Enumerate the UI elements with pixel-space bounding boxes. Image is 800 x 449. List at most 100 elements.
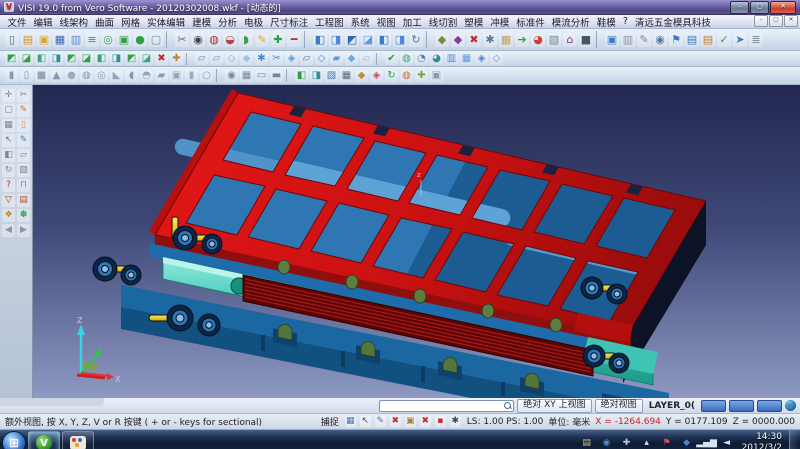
pencil-blue-icon[interactable]: ✎ bbox=[17, 134, 30, 147]
tool-red[interactable]: ◈ bbox=[370, 70, 383, 82]
chamfer-edge[interactable]: ◪ bbox=[140, 53, 153, 65]
wheel-red[interactable]: ◍ bbox=[207, 33, 221, 47]
cad-model-canvas[interactable]: z Z X bbox=[33, 85, 800, 398]
zoom-in[interactable]: ✚ bbox=[271, 33, 285, 47]
menu-item-4[interactable]: 网格 bbox=[118, 15, 144, 29]
cube-edit-icon[interactable]: ◧ bbox=[2, 149, 15, 162]
sheet-fill[interactable]: ◆ bbox=[240, 53, 253, 65]
boss-feature[interactable]: ▦ bbox=[460, 53, 473, 65]
child-minimize-button[interactable]: – bbox=[754, 15, 768, 27]
feature-hole[interactable]: ◉ bbox=[225, 70, 238, 82]
snap-edit-icon[interactable]: ✎ bbox=[375, 416, 386, 427]
minimize-button[interactable]: – bbox=[730, 1, 749, 14]
menu-item-7[interactable]: 分析 bbox=[215, 15, 241, 29]
tool-green[interactable]: ◧ bbox=[295, 70, 308, 82]
image-view[interactable]: ▦ bbox=[499, 33, 513, 47]
start-button[interactable]: ⊞ bbox=[2, 431, 26, 449]
menu-item-13[interactable]: 加工 bbox=[399, 15, 425, 29]
layer-block-3[interactable] bbox=[757, 400, 782, 412]
zoom-out[interactable]: ━ bbox=[287, 33, 301, 47]
menu-item-0[interactable]: 文件 bbox=[4, 15, 30, 29]
paste-doc[interactable]: ▤ bbox=[701, 33, 715, 47]
tool-orange[interactable]: ◍ bbox=[400, 70, 413, 82]
surface-tools[interactable]: ✱ bbox=[255, 53, 268, 65]
extrude-solid[interactable]: ◩ bbox=[5, 53, 18, 65]
measure-star[interactable]: ✱ bbox=[483, 33, 497, 47]
help-icon[interactable]: ? bbox=[2, 179, 15, 192]
rib-feature[interactable]: ▥ bbox=[445, 53, 458, 65]
skate-arrow[interactable]: ➤ bbox=[733, 33, 747, 47]
curvature-map[interactable]: ◍ bbox=[400, 53, 413, 65]
menu-item-8[interactable]: 电极 bbox=[241, 15, 267, 29]
menu-item-18[interactable]: 模流分析 bbox=[548, 15, 593, 29]
menu-item-3[interactable]: 曲面 bbox=[92, 15, 118, 29]
solid-ellipsoid[interactable]: ◍ bbox=[80, 70, 93, 82]
globe-icon[interactable] bbox=[785, 400, 796, 411]
cap-red[interactable]: ◕ bbox=[531, 33, 545, 47]
search-input[interactable] bbox=[379, 400, 514, 412]
align-plates[interactable]: ▥ bbox=[621, 33, 635, 47]
layer-block-1[interactable] bbox=[701, 400, 726, 412]
menu-item-6[interactable]: 建模 bbox=[189, 15, 215, 29]
sweep-solid[interactable]: ◧ bbox=[35, 53, 48, 65]
shade-edges[interactable]: ◧ bbox=[377, 33, 391, 47]
solid-drum[interactable]: ▮ bbox=[185, 70, 198, 82]
tray-up-arrow-icon[interactable]: ▴ bbox=[640, 436, 654, 449]
menu-item-12[interactable]: 视图 bbox=[373, 15, 399, 29]
snap-nobox-icon[interactable]: ✖ bbox=[420, 416, 431, 427]
wrap-sheet[interactable]: ◆ bbox=[345, 53, 358, 65]
solid-ring[interactable]: ○ bbox=[200, 70, 213, 82]
bug-icon[interactable]: ❖ bbox=[2, 209, 15, 222]
rotate-view[interactable]: ↻ bbox=[409, 33, 423, 47]
menu-item-2[interactable]: 线架构 bbox=[56, 15, 92, 29]
patch-sheet[interactable]: ▱ bbox=[360, 53, 373, 65]
taskbar-app-visi[interactable]: V bbox=[28, 431, 60, 449]
3d-viewport[interactable]: z Z X bbox=[33, 85, 800, 398]
close-button[interactable]: ✕ bbox=[770, 1, 796, 14]
box-dark[interactable]: ■ bbox=[579, 33, 593, 47]
pencil-edit-icon[interactable]: ✎ bbox=[17, 104, 30, 117]
rotate-icon[interactable]: ↻ bbox=[2, 164, 15, 177]
menu-item-19[interactable]: 鞋模 bbox=[593, 15, 619, 29]
knit-sheet[interactable]: ◈ bbox=[285, 53, 298, 65]
run-check[interactable]: ✓ bbox=[717, 33, 731, 47]
grid-edit-icon[interactable]: ▦ bbox=[2, 119, 15, 132]
menu-item-9[interactable]: 尺寸标注 bbox=[267, 15, 312, 29]
target[interactable]: ◉ bbox=[653, 33, 667, 47]
menu-item-5[interactable]: 实体编辑 bbox=[144, 15, 189, 29]
snap-any-icon[interactable]: ✱ bbox=[450, 416, 461, 427]
screen-capture[interactable]: ✂ bbox=[175, 33, 189, 47]
open-model[interactable]: ▣ bbox=[37, 33, 51, 47]
nav-forward-icon[interactable]: ▶ bbox=[17, 224, 30, 237]
copy-doc[interactable]: ▤ bbox=[685, 33, 699, 47]
copy-entity[interactable]: ▣ bbox=[117, 33, 131, 47]
render-sphere[interactable]: ● bbox=[133, 33, 147, 47]
snap-cursor-icon[interactable]: ↖ bbox=[360, 416, 371, 427]
tool-screen[interactable]: ▦ bbox=[340, 70, 353, 82]
sheet-corner[interactable]: ◇ bbox=[225, 53, 238, 65]
solid-wedge[interactable]: ◣ bbox=[110, 70, 123, 82]
tray-shield-icon[interactable]: ◆ bbox=[680, 436, 694, 449]
tray-network-icon[interactable]: ▂▄▆ bbox=[700, 436, 714, 449]
fillet-edge[interactable]: ◩ bbox=[125, 53, 138, 65]
maximize-button[interactable]: ▢ bbox=[750, 1, 769, 14]
layer-label[interactable]: LAYER_0( bbox=[646, 401, 698, 411]
feature-pad[interactable]: ▬ bbox=[270, 70, 283, 82]
report-icon[interactable]: ▤ bbox=[17, 194, 30, 207]
menu-item-10[interactable]: 工程图 bbox=[312, 15, 348, 29]
cube-gray[interactable]: ▧ bbox=[547, 33, 561, 47]
child-close-button[interactable]: ✕ bbox=[784, 15, 798, 27]
show-desktop-button[interactable] bbox=[789, 430, 798, 449]
new-file[interactable]: ▯ bbox=[5, 33, 19, 47]
solid-pipe[interactable]: ◖ bbox=[125, 70, 138, 82]
gem-purple[interactable]: ◆ bbox=[451, 33, 465, 47]
erase-red[interactable]: ✖ bbox=[467, 33, 481, 47]
shade-transparent[interactable]: ◨ bbox=[393, 33, 407, 47]
revolve-solid[interactable]: ◪ bbox=[20, 53, 33, 65]
menu-item-16[interactable]: 冲模 bbox=[487, 15, 513, 29]
viewport-new[interactable]: ▢ bbox=[149, 33, 163, 47]
shade-smooth[interactable]: ◪ bbox=[361, 33, 375, 47]
snap-box-icon[interactable]: ▣ bbox=[405, 416, 416, 427]
feature-pocket[interactable]: ▦ bbox=[240, 70, 253, 82]
absolute-view-button[interactable]: 绝对视图 bbox=[595, 399, 643, 413]
